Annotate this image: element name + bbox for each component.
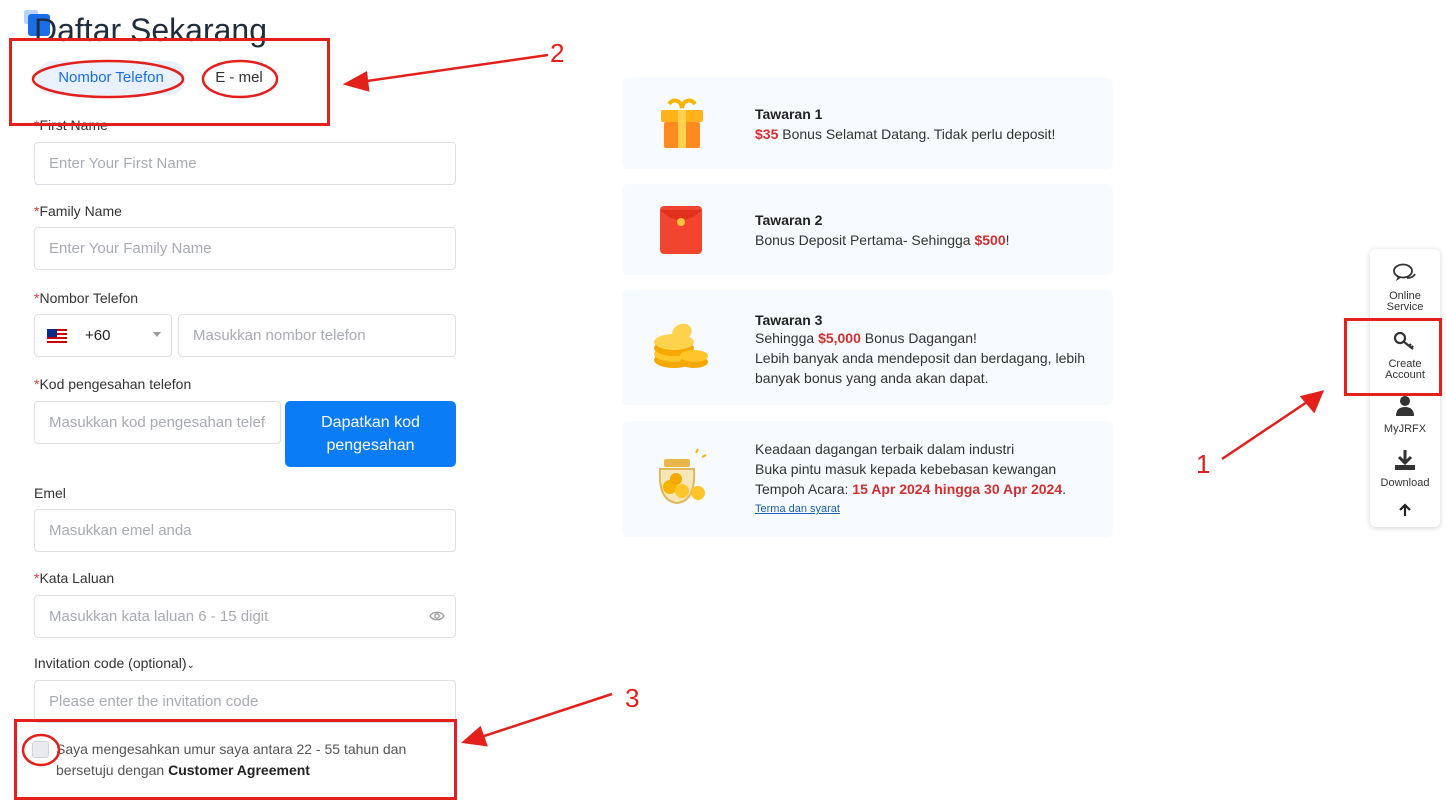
annotation-number-3: 3 — [625, 683, 640, 713]
annotation-number-1: 1 — [1196, 449, 1211, 479]
annotation-number-2: 2 — [550, 38, 565, 68]
annotation-arrows — [342, 53, 1325, 747]
